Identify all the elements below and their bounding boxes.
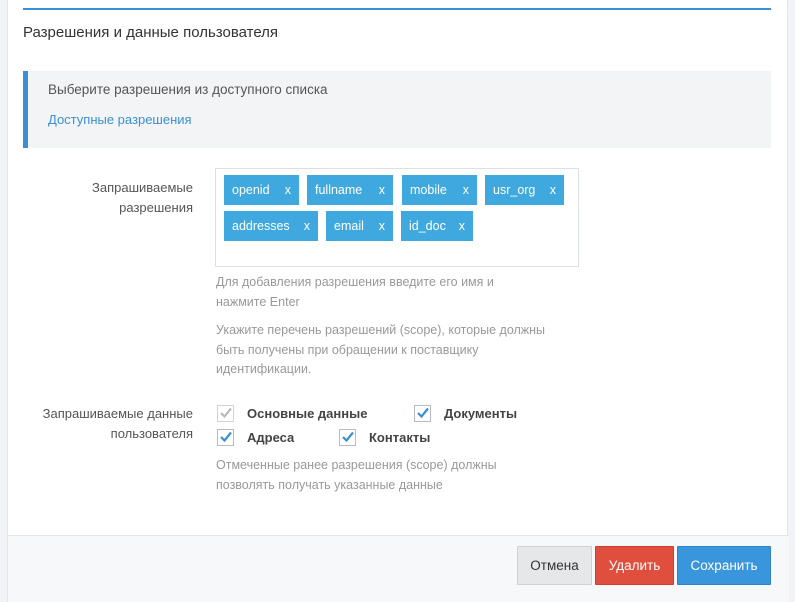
tag-id_doc: id_doc x (401, 211, 473, 241)
documents-label: Документы (444, 406, 518, 421)
requested-userdata-label: Запрашиваемые данные пользователя (42, 406, 193, 441)
tag-email: email x (326, 211, 393, 241)
scope-add-help: Для добавления разрешения введите его им… (216, 275, 494, 309)
requested-scopes-label: Запрашиваемые разрешения (91, 180, 193, 215)
delete-button[interactable]: Удалить (595, 546, 674, 585)
check-icon (417, 407, 429, 419)
form-footer: Отмена Удалить Сохранить (8, 535, 789, 602)
check-icon (220, 431, 232, 443)
addresses-label: Адреса (247, 430, 295, 445)
tag-remove-button[interactable]: x (550, 175, 556, 205)
documents-checkbox[interactable] (414, 405, 431, 422)
tag-remove-button[interactable]: x (379, 211, 385, 241)
tag-usr_org: usr_org x (485, 175, 564, 205)
check-icon (220, 407, 232, 419)
tag-remove-button[interactable]: x (463, 175, 469, 205)
addresses-checkbox[interactable] (217, 429, 234, 446)
cancel-button[interactable]: Отмена (517, 546, 592, 585)
top-divider (23, 8, 771, 10)
tag-fullname: fullname x (307, 175, 393, 205)
scope-description-help: Укажите перечень разрешений (scope), кот… (216, 323, 546, 376)
contacts-checkbox[interactable] (339, 429, 356, 446)
info-callout: Выберите разрешения из доступного списка… (23, 71, 771, 148)
tag-openid: openid x (224, 175, 299, 205)
tag-remove-button[interactable]: x (459, 211, 465, 241)
contacts-label: Контакты (369, 430, 431, 445)
check-icon (342, 431, 354, 443)
callout-text: Выберите разрешения из доступного списка (48, 82, 328, 97)
tag-remove-button[interactable]: x (285, 175, 291, 205)
scopes-tag-input[interactable]: openid x fullname x mobile x usr_org x a… (215, 168, 579, 267)
basic-data-label: Основные данные (247, 406, 368, 421)
tag-remove-button[interactable]: x (379, 175, 385, 205)
permissions-panel: Разрешения и данные пользователя Выберит… (7, 0, 789, 602)
section-title: Разрешения и данные пользователя (23, 24, 279, 41)
save-button[interactable]: Сохранить (677, 546, 771, 585)
userdata-help: Отмеченные ранее разрешения (scope) долж… (216, 458, 497, 492)
tag-addresses: addresses x (224, 211, 318, 241)
tag-remove-button[interactable]: x (304, 211, 310, 241)
basic-data-checkbox (217, 405, 234, 422)
available-permissions-link[interactable]: Доступные разрешения (48, 112, 192, 127)
tag-mobile: mobile x (402, 175, 477, 205)
